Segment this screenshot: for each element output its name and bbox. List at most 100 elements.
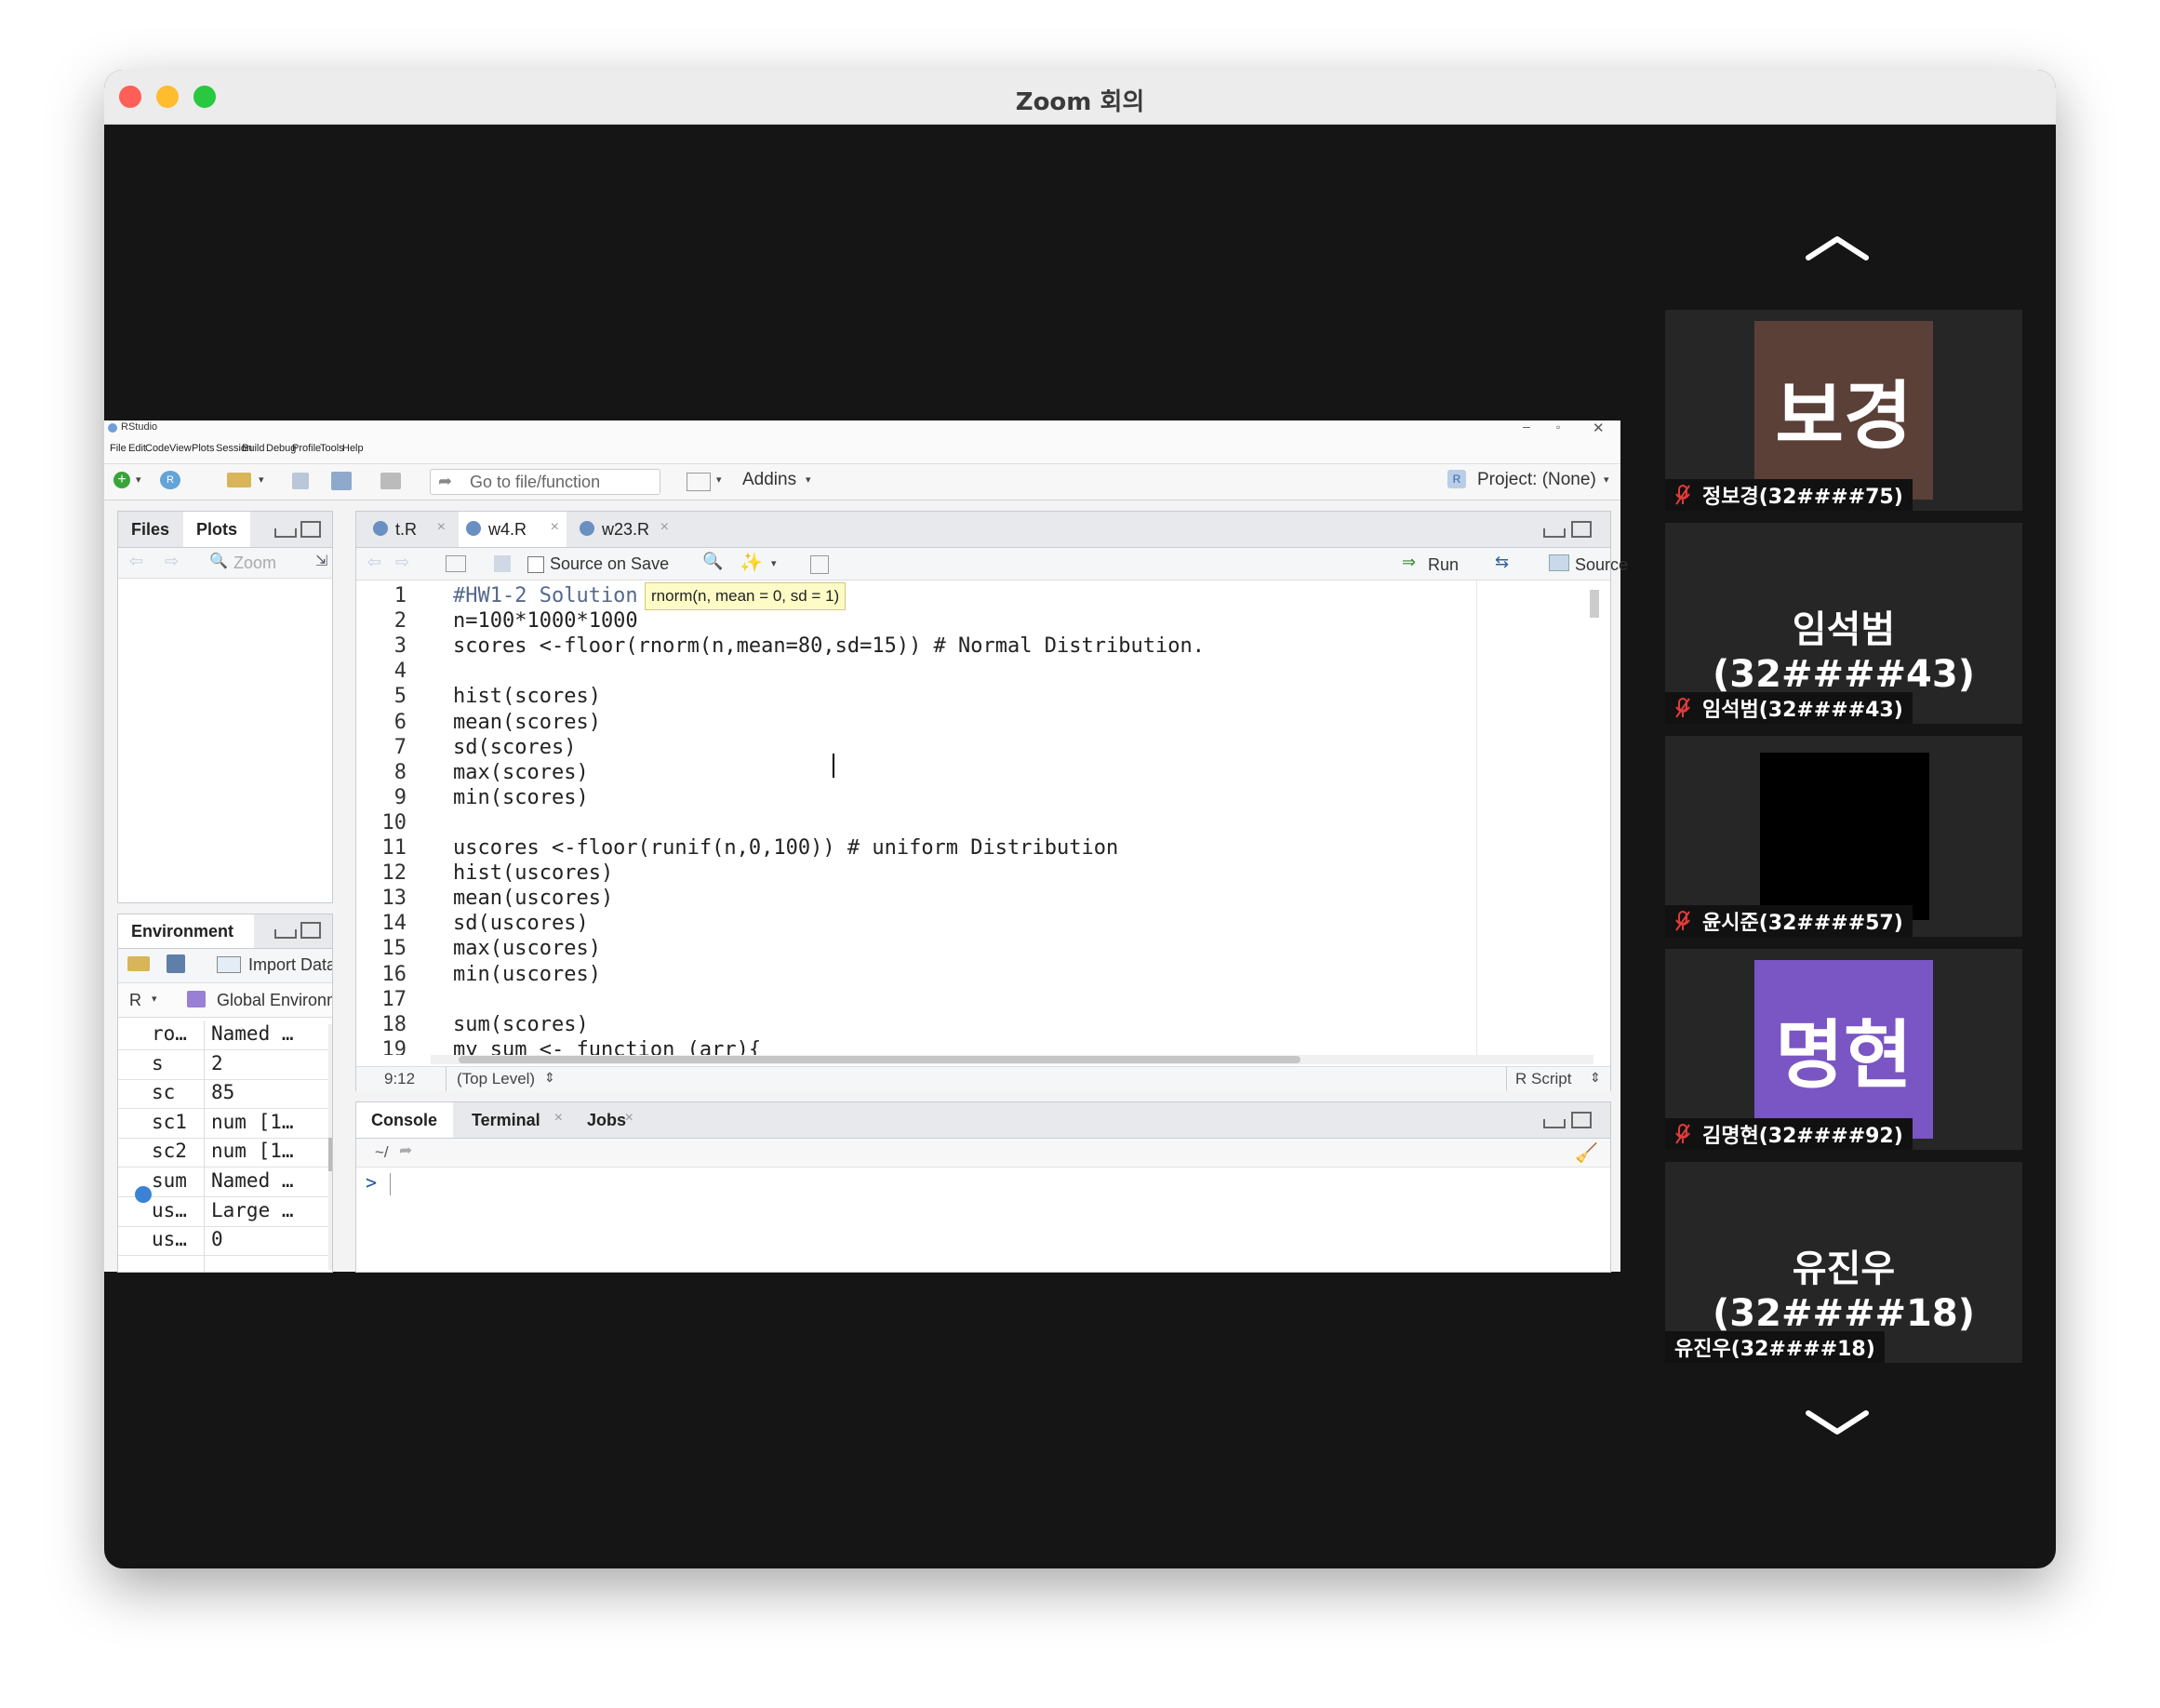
env-row[interactable]: sc1 num [1… <box>118 1109 332 1139</box>
code-line[interactable]: #HW1-2 Solution <box>453 584 638 607</box>
menu-profile[interactable]: Profile <box>292 443 321 454</box>
run-button[interactable]: Run <box>1428 555 1459 575</box>
zoom-icon[interactable]: 🔍 <box>209 552 228 570</box>
editor-tab[interactable]: w23.R × <box>572 512 676 547</box>
console-tab-jobs[interactable]: Jobs × <box>574 1102 639 1138</box>
editor-hscroll-thumb[interactable] <box>459 1056 1300 1063</box>
console-path-arrow-icon[interactable]: ➦ <box>399 1141 412 1160</box>
menu-code[interactable]: Code <box>145 443 169 454</box>
code-line[interactable]: hist(uscores) <box>453 861 613 885</box>
close-tab-icon[interactable]: × <box>660 519 669 536</box>
participant-tile[interactable]: 임석범(32####43) 임석범(32####43) <box>1665 523 2022 724</box>
close-tab-icon[interactable]: × <box>437 519 446 536</box>
maximize-pane-icon[interactable] <box>300 521 321 538</box>
rs-restore-icon[interactable]: ▫ <box>1556 420 1560 434</box>
scroll-down-chevron-icon[interactable] <box>1806 1409 1869 1434</box>
editor-save-icon[interactable] <box>494 555 511 572</box>
rs-minimize-icon[interactable]: – <box>1523 419 1530 434</box>
back-arrow-icon[interactable]: ⇦ <box>129 552 143 571</box>
menu-help[interactable]: Help <box>342 443 364 454</box>
participant-tile[interactable]: 유진우(32####18) 유진우(32####18) <box>1665 1162 2022 1363</box>
code-tools-wand-icon[interactable]: ✨ <box>740 551 763 574</box>
find-replace-icon[interactable]: 🔍 <box>702 552 723 571</box>
code-line[interactable]: min(scores) <box>453 786 589 809</box>
editor-back-icon[interactable]: ⇦ <box>367 553 381 572</box>
participant-tile[interactable]: 명현 김명현(32####92) <box>1665 949 2022 1150</box>
console-tab-console[interactable]: Console <box>356 1102 453 1138</box>
zoom-button[interactable]: Zoom <box>233 554 276 573</box>
code-line[interactable]: min(uscores) <box>453 963 601 986</box>
language-select[interactable]: R <box>129 991 141 1010</box>
load-workspace-icon[interactable] <box>127 956 150 971</box>
source-button[interactable]: Source <box>1575 555 1628 575</box>
save-all-icon[interactable] <box>331 472 352 490</box>
open-folder-icon[interactable] <box>227 473 251 487</box>
scroll-up-chevron-icon[interactable] <box>1806 236 1869 260</box>
editor-vscroll-thumb[interactable] <box>1590 590 1599 618</box>
close-tab-icon[interactable]: × <box>551 519 559 536</box>
editor-hscrollbar[interactable] <box>431 1055 1593 1064</box>
editor-forward-icon[interactable]: ⇨ <box>395 553 409 572</box>
new-project-icon[interactable]: R <box>160 471 180 489</box>
menu-file[interactable]: File <box>110 443 127 454</box>
print-icon[interactable] <box>380 473 401 489</box>
source-icon[interactable] <box>1549 554 1569 571</box>
code-line[interactable]: mean(uscores) <box>453 887 613 910</box>
console-tab-terminal[interactable]: Terminal × <box>459 1102 568 1138</box>
code-line[interactable]: sd(scores) <box>453 736 576 759</box>
new-file-dropdown-icon[interactable]: ▾ <box>136 474 141 486</box>
env-row[interactable]: ro… Named … <box>118 1021 332 1050</box>
language-dropdown-icon[interactable]: ▾ <box>152 993 157 1005</box>
clear-console-broom-icon[interactable]: 🧹 <box>1575 1141 1598 1165</box>
save-icon[interactable] <box>292 473 309 489</box>
tab-environment[interactable]: Environment <box>131 922 233 941</box>
editor-minimize-icon[interactable] <box>1543 528 1566 538</box>
project-dropdown-icon[interactable]: ▾ <box>1604 474 1609 486</box>
minimize-pane-icon[interactable] <box>274 528 297 538</box>
expand-row-icon[interactable] <box>135 1186 152 1203</box>
grid-layout-icon[interactable] <box>687 473 711 491</box>
code-area[interactable]: 1 2 3 4 5 6 7 8 9 10 11 12 13 14 15 16 17 18 19 #HW1-2 Sol… <box>356 580 1608 1055</box>
code-line[interactable]: uscores <-floor(runif(n,0,100)) # unifor… <box>453 836 1118 860</box>
editor-tab[interactable]: w4.R × <box>459 512 567 547</box>
env-maximize-icon[interactable] <box>300 922 321 939</box>
env-row[interactable]: sc 85 <box>118 1079 332 1110</box>
addins-menu[interactable]: Addins <box>742 470 796 490</box>
code-line[interactable]: max(uscores) <box>453 937 601 960</box>
addins-dropdown-icon[interactable]: ▾ <box>806 474 811 486</box>
open-dropdown-icon[interactable]: ▾ <box>259 474 264 486</box>
file-type-selector[interactable]: R Script <box>1515 1070 1571 1088</box>
env-row[interactable]: sc2 num [1… <box>118 1138 332 1168</box>
tab-files[interactable]: Files <box>131 520 169 540</box>
menu-view[interactable]: View <box>169 443 192 454</box>
participant-tile[interactable]: 윤시준(32####57) <box>1665 736 2022 937</box>
run-arrow-icon[interactable]: ⇒ <box>1402 553 1416 572</box>
env-row[interactable]: s2 <box>118 1050 332 1080</box>
goto-file-input[interactable]: ➦ Go to file/function <box>430 469 660 495</box>
menu-tools[interactable]: Tools <box>320 443 344 454</box>
console-input-cursor[interactable] <box>390 1173 391 1195</box>
import-dataset-button[interactable]: Import Data <box>248 955 332 975</box>
show-in-window-icon[interactable] <box>446 555 466 572</box>
participant-tile[interactable]: 보경 정보경(32####75) <box>1665 310 2022 511</box>
project-menu[interactable]: Project: (None) <box>1477 470 1596 490</box>
environment-scope-select[interactable]: Global Environm <box>217 991 332 1010</box>
code-line[interactable]: scores <-floor(rnorm(n,mean=80,sd=15)) #… <box>453 634 1205 658</box>
code-line[interactable]: hist(scores) <box>453 685 601 708</box>
import-dataset-icon[interactable] <box>217 956 241 973</box>
env-minimize-icon[interactable] <box>274 929 297 939</box>
code-tools-dropdown-icon[interactable]: ▾ <box>771 557 777 569</box>
code-line[interactable]: sum(scores) <box>453 1013 589 1036</box>
export-icon[interactable]: ⇲ <box>315 552 327 570</box>
rs-close-icon[interactable]: ✕ <box>1593 420 1605 436</box>
scope-selector[interactable]: (Top Level) <box>457 1070 535 1088</box>
menu-build[interactable]: Build <box>242 443 264 454</box>
env-row[interactable]: us… Large … <box>118 1197 332 1227</box>
menu-plots[interactable]: Plots <box>192 443 214 454</box>
new-file-icon[interactable]: + <box>113 472 130 488</box>
code-line[interactable]: sd(uscores) <box>453 912 589 935</box>
forward-arrow-icon[interactable]: ⇨ <box>165 552 179 571</box>
code-line[interactable]: my_sum <- function (arr){ <box>453 1038 761 1055</box>
editor-maximize-icon[interactable] <box>1571 521 1592 538</box>
layout-dropdown-icon[interactable]: ▾ <box>716 474 722 486</box>
